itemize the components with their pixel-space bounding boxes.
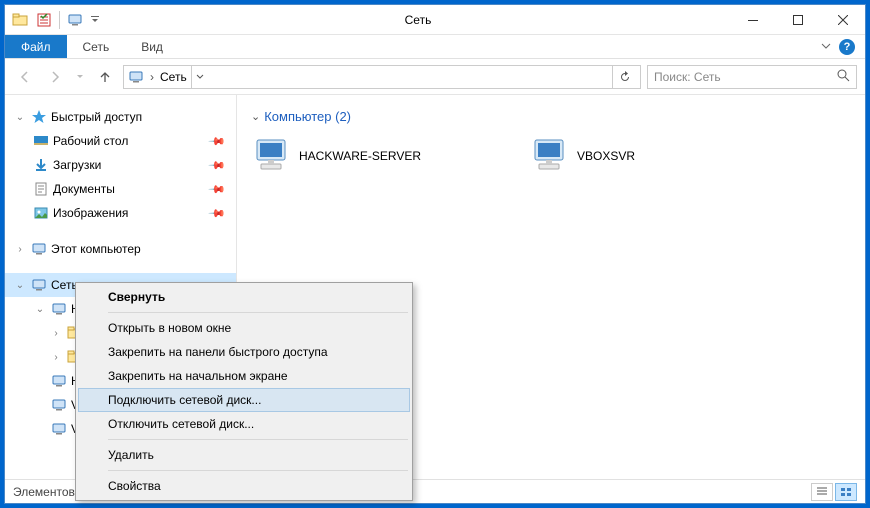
chevron-right-icon[interactable]: ›	[13, 244, 27, 255]
minimize-button[interactable]	[730, 5, 775, 34]
pin-icon: 📌	[208, 180, 227, 199]
menu-delete[interactable]: Удалить	[78, 443, 410, 467]
computer-icon	[51, 397, 67, 413]
close-button[interactable]	[820, 5, 865, 34]
menu-pin-quick-access[interactable]: Закрепить на панели быстрого доступа	[78, 340, 410, 364]
menu-separator	[108, 312, 408, 313]
tree-this-pc[interactable]: › Этот компьютер	[5, 237, 236, 261]
address-bar[interactable]: › Сеть	[123, 65, 641, 89]
menu-separator	[108, 470, 408, 471]
breadcrumb-location[interactable]: Сеть	[160, 70, 187, 84]
items-row: HACKWARE-SERVER VBOXSVR	[247, 132, 855, 180]
qat-dropdown-icon[interactable]	[88, 9, 102, 31]
breadcrumb-chevron-icon[interactable]: ›	[148, 70, 156, 84]
chevron-right-icon[interactable]: ›	[49, 328, 63, 339]
group-header[interactable]: ⌄ Компьютер (2)	[247, 109, 855, 124]
search-icon	[836, 68, 850, 85]
computer-large-icon	[529, 136, 569, 176]
titlebar: Сеть	[5, 5, 865, 35]
window-controls	[730, 5, 865, 34]
back-button[interactable]	[13, 65, 37, 89]
menu-separator	[108, 439, 408, 440]
separator	[59, 11, 60, 29]
tree-documents[interactable]: Документы 📌	[5, 177, 236, 201]
document-icon	[33, 181, 49, 197]
window-title: Сеть	[106, 13, 730, 27]
item-label: HACKWARE-SERVER	[299, 149, 421, 163]
pin-icon: 📌	[208, 204, 227, 223]
search-input[interactable]: Поиск: Сеть	[647, 65, 857, 89]
menu-disconnect-network-drive[interactable]: Отключить сетевой диск...	[78, 412, 410, 436]
menu-collapse[interactable]: Свернуть	[78, 285, 410, 309]
forward-button[interactable]	[43, 65, 67, 89]
menu-map-network-drive[interactable]: Подключить сетевой диск...	[78, 388, 410, 412]
computer-item[interactable]: VBOXSVR	[525, 132, 785, 180]
tree-pictures[interactable]: Изображения 📌	[5, 201, 236, 225]
chevron-down-icon[interactable]: ⌄	[13, 112, 27, 123]
desktop-icon	[33, 133, 49, 149]
address-history-dropdown[interactable]	[191, 66, 209, 88]
quick-access-toolbar	[5, 9, 106, 31]
tree-quick-access[interactable]: ⌄ Быстрый доступ	[5, 105, 236, 129]
ribbon-expand-icon[interactable]	[821, 40, 831, 54]
tree-downloads[interactable]: Загрузки 📌	[5, 153, 236, 177]
refresh-button[interactable]	[612, 66, 636, 88]
computer-icon	[51, 373, 67, 389]
network-address-icon	[128, 69, 144, 85]
pin-icon: 📌	[208, 132, 227, 151]
properties-qat-icon[interactable]	[33, 9, 55, 31]
search-placeholder: Поиск: Сеть	[654, 70, 721, 84]
view-tab[interactable]: Вид	[125, 35, 179, 58]
computer-icon	[31, 241, 47, 257]
help-icon[interactable]: ?	[839, 39, 855, 55]
navigation-bar: › Сеть Поиск: Сеть	[5, 59, 865, 95]
context-menu: Свернуть Открыть в новом окне Закрепить …	[75, 282, 413, 501]
network-title-icon	[64, 9, 86, 31]
chevron-down-icon[interactable]: ⌄	[13, 280, 27, 291]
computer-icon	[51, 421, 67, 437]
details-view-button[interactable]	[811, 483, 833, 501]
chevron-right-icon[interactable]: ›	[49, 352, 63, 363]
chevron-down-icon[interactable]: ⌄	[33, 304, 47, 315]
network-tab[interactable]: Сеть	[67, 35, 126, 58]
computer-icon	[51, 301, 67, 317]
icons-view-button[interactable]	[835, 483, 857, 501]
ribbon-tabs: Файл Сеть Вид ?	[5, 35, 865, 59]
up-button[interactable]	[93, 65, 117, 89]
tree-desktop[interactable]: Рабочий стол 📌	[5, 129, 236, 153]
file-tab[interactable]: Файл	[5, 35, 67, 58]
item-label: VBOXSVR	[577, 149, 635, 163]
recent-dropdown-icon[interactable]	[73, 65, 87, 89]
menu-pin-start[interactable]: Закрепить на начальном экране	[78, 364, 410, 388]
computer-item[interactable]: HACKWARE-SERVER	[247, 132, 507, 180]
star-icon	[31, 109, 47, 125]
network-icon	[31, 277, 47, 293]
pin-icon: 📌	[208, 156, 227, 175]
computer-large-icon	[251, 136, 291, 176]
picture-icon	[33, 205, 49, 221]
menu-open-new-window[interactable]: Открыть в новом окне	[78, 316, 410, 340]
download-icon	[33, 157, 49, 173]
chevron-down-icon[interactable]: ⌄	[251, 110, 260, 123]
app-icon	[9, 9, 31, 31]
menu-properties[interactable]: Свойства	[78, 474, 410, 498]
maximize-button[interactable]	[775, 5, 820, 34]
